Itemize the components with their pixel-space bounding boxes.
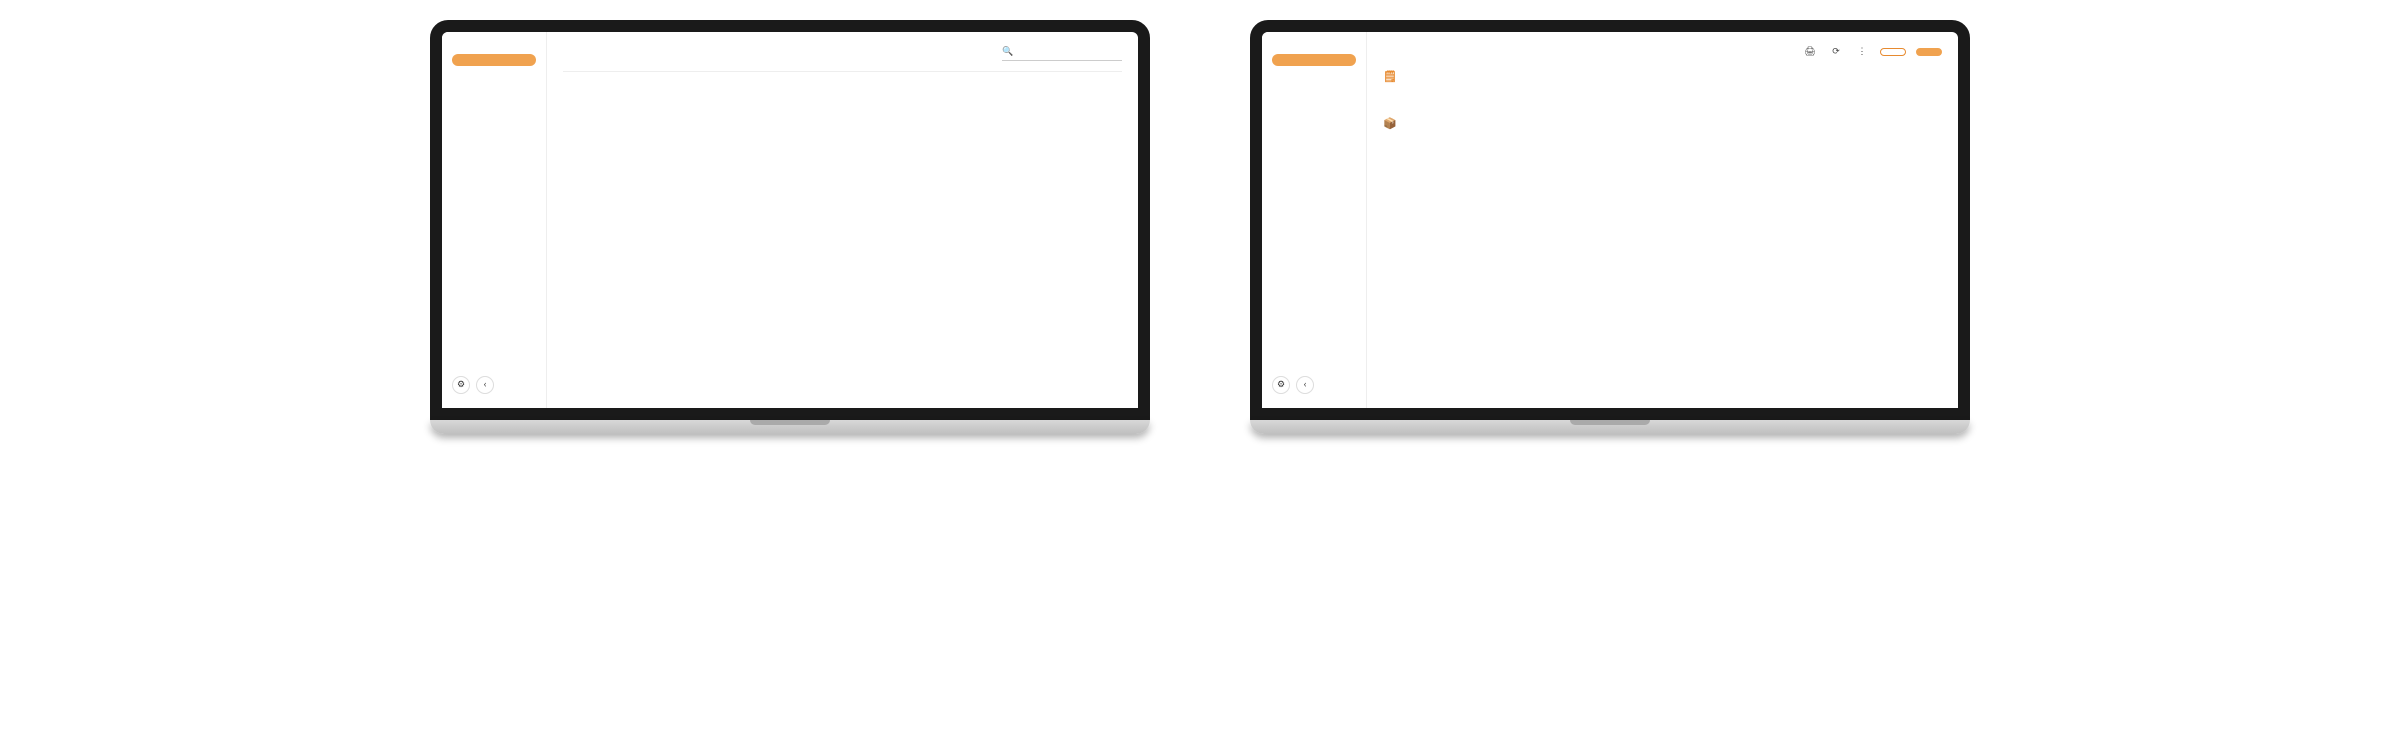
create-order-button[interactable]: [452, 54, 536, 66]
brand-logo: [1266, 40, 1362, 54]
cancel-button[interactable]: [1880, 48, 1906, 56]
sidebar: ⚙ ‹: [442, 32, 547, 408]
laptop-order-detail: ⚙ ‹ 🖨 ⟳ ⋮ 🗒: [1250, 20, 1970, 434]
settings-icon[interactable]: ⚙: [452, 376, 470, 394]
package-icon: 📦: [1383, 117, 1397, 130]
clipboard-icon: 🗒: [1383, 70, 1397, 83]
sidebar: ⚙ ‹: [1262, 32, 1367, 408]
collapse-icon[interactable]: ‹: [1296, 376, 1314, 394]
laptop-orders-list: ⚙ ‹ 🔍: [430, 20, 1150, 434]
pickup-info-heading: 📦: [1383, 117, 1942, 130]
brand-logo: [446, 40, 542, 54]
order-tabs: [563, 71, 1122, 72]
print-icon[interactable]: 🖨: [1802, 44, 1818, 60]
more-icon[interactable]: ⋮: [1854, 44, 1870, 60]
search-icon: 🔍: [1002, 47, 1013, 57]
accept-order-button[interactable]: [1916, 48, 1942, 56]
create-order-button[interactable]: [1272, 54, 1356, 66]
order-info-heading: 🗒: [1383, 70, 1942, 83]
settings-icon[interactable]: ⚙: [1272, 376, 1290, 394]
refresh-icon[interactable]: ⟳: [1828, 44, 1844, 60]
search-input[interactable]: [1002, 44, 1122, 61]
collapse-icon[interactable]: ‹: [476, 376, 494, 394]
